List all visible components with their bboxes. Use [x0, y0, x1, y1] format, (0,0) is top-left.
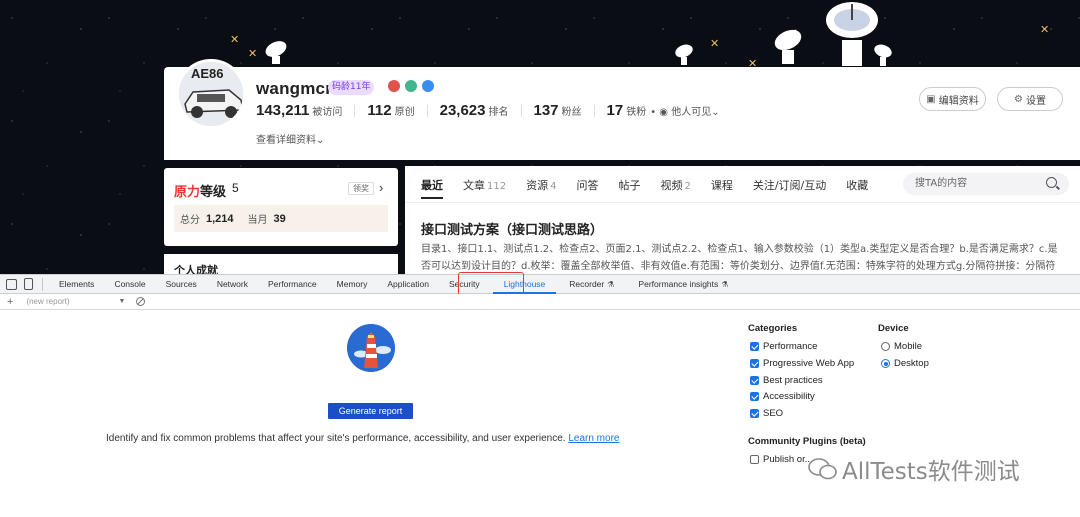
- score-summary: 总分 1,214 当月 39: [174, 205, 388, 232]
- new-report-icon[interactable]: +: [7, 296, 13, 308]
- article-summary: 目录1、接口1.1、测试点1.2、检查点2、页面2.1、测试点2.2、检查点1、…: [421, 244, 1058, 272]
- account-age-badge[interactable]: 码龄11年: [328, 80, 375, 95]
- sparkle-icon: ✕: [710, 37, 720, 50]
- medal-badge-icon[interactable]: [388, 80, 400, 92]
- lighthouse-description: Identify and fix common problems that af…: [106, 433, 620, 444]
- settings-button[interactable]: ⚙ 设置: [997, 87, 1063, 111]
- stat-fans[interactable]: 137 粉丝: [534, 102, 595, 119]
- divider: [42, 277, 43, 291]
- avatar[interactable]: AE86: [176, 59, 246, 129]
- username: wangmcn: [256, 79, 336, 98]
- sparkle-icon: ✕: [230, 33, 240, 46]
- category-best-practices-checkbox[interactable]: Best practices: [750, 375, 823, 386]
- category-seo-checkbox[interactable]: SEO: [750, 408, 783, 419]
- tab-application[interactable]: Application: [377, 275, 439, 294]
- visibility-dropdown[interactable]: • ◉ 他人可见⌄: [650, 103, 719, 118]
- article-title[interactable]: 接口测试方案（接口测试思路）: [421, 219, 603, 238]
- devtools-tabbar: Elements Console Sources Network Perform…: [0, 274, 1080, 294]
- chevron-down-icon: ⌄: [316, 135, 325, 146]
- tab-posts[interactable]: 帖子: [618, 177, 640, 195]
- tab-memory[interactable]: Memory: [327, 275, 378, 294]
- chevron-right-icon[interactable]: ›: [379, 180, 383, 195]
- medal-badge-icon[interactable]: [405, 80, 417, 92]
- stat-visits[interactable]: 143,211 被访问: [256, 102, 356, 119]
- category-accessibility-checkbox[interactable]: Accessibility: [750, 391, 815, 402]
- stat-iron-fans[interactable]: 17 铁粉: [607, 102, 647, 119]
- inspect-element-icon[interactable]: [6, 278, 17, 290]
- gear-icon: ⚙: [1014, 93, 1023, 105]
- learn-more-link[interactable]: Learn more: [568, 433, 619, 444]
- tab-security[interactable]: Security: [439, 275, 490, 294]
- sparkle-icon: ✕: [248, 47, 258, 60]
- search-icon[interactable]: [1046, 177, 1057, 188]
- content-search-input[interactable]: 搜TA的内容: [903, 173, 1069, 195]
- chevron-down-icon: ⌄: [711, 107, 720, 118]
- edit-icon: ▣: [926, 93, 936, 105]
- tab-recorder[interactable]: Recorder ⚗: [559, 275, 624, 294]
- device-mobile-radio[interactable]: Mobile: [881, 341, 922, 352]
- more-info-link[interactable]: 查看详细资料⌄: [256, 131, 324, 146]
- lighthouse-toolbar: + (new report) ▼: [0, 294, 1080, 310]
- report-select[interactable]: (new report): [26, 297, 118, 306]
- tab-recent[interactable]: 最近: [421, 177, 443, 199]
- tab-performance-insights[interactable]: Performance insights ⚗: [624, 275, 738, 294]
- level-title: 原力等级: [174, 185, 227, 200]
- tab-favorites[interactable]: 收藏: [846, 177, 868, 195]
- claim-reward-button[interactable]: 领奖: [348, 182, 374, 195]
- categories-heading: Categories: [748, 323, 798, 334]
- experiment-flask-icon: ⚗: [607, 279, 615, 289]
- community-plugins-heading: Community Plugins (beta): [748, 436, 866, 447]
- generate-report-button[interactable]: Generate report: [328, 403, 413, 419]
- tab-courses[interactable]: 课程: [711, 177, 733, 195]
- chevron-down-icon[interactable]: ▼: [118, 298, 125, 305]
- device-toolbar-icon[interactable]: [24, 278, 33, 290]
- edit-profile-button[interactable]: ▣ 编辑资料: [919, 87, 986, 111]
- svg-text:AE86: AE86: [191, 66, 224, 81]
- experiment-flask-icon: ⚗: [721, 279, 729, 289]
- satellite-dish-icon: [265, 41, 287, 64]
- profile-stats: 143,211 被访问 112 原创 23,623 排名 137 粉丝 17 铁粉 • ◉…: [256, 102, 720, 119]
- screenshot-root: { "profile": { "username": "wangmcn", "b…: [0, 0, 1080, 517]
- category-performance-checkbox[interactable]: Performance: [750, 341, 817, 352]
- lighthouse-logo-icon: [347, 324, 395, 372]
- stat-original[interactable]: 112 原创: [367, 102, 428, 119]
- sparkle-icon: ✕: [1040, 23, 1050, 36]
- category-pwa-checkbox[interactable]: Progressive Web App: [750, 358, 854, 369]
- tab-console[interactable]: Console: [104, 275, 155, 294]
- content-tabs: 最近 文章 112 资源 4 问答 帖子 视频 2 课程 关注/订阅/互动 收藏: [421, 177, 888, 199]
- divider: [405, 202, 1080, 203]
- clear-icon[interactable]: [136, 297, 146, 306]
- wechat-icon: [808, 458, 837, 480]
- level-value: 5: [232, 181, 239, 195]
- device-heading: Device: [878, 323, 909, 334]
- satellite-dish-icon: [675, 44, 693, 65]
- tab-sources[interactable]: Sources: [156, 275, 207, 294]
- tab-qa[interactable]: 问答: [576, 177, 598, 195]
- tab-network[interactable]: Network: [207, 275, 258, 294]
- device-desktop-radio[interactable]: Desktop: [881, 358, 929, 369]
- satellite-dish-icon: [874, 44, 892, 66]
- satellite-dish-icon: [774, 29, 802, 64]
- tab-articles[interactable]: 文章 112: [463, 177, 506, 195]
- stat-rank[interactable]: 23,623 排名: [440, 102, 522, 119]
- tab-elements[interactable]: Elements: [49, 275, 104, 294]
- tab-performance[interactable]: Performance: [258, 275, 327, 294]
- tab-videos[interactable]: 视频 2: [660, 177, 690, 195]
- tab-resources[interactable]: 资源 4: [526, 177, 556, 195]
- verified-badge-icon[interactable]: [422, 80, 434, 92]
- tab-lighthouse[interactable]: Lighthouse: [490, 275, 560, 294]
- eye-icon: ◉: [659, 107, 669, 118]
- watermark: AllTests软件测试: [808, 452, 1020, 486]
- tab-follow[interactable]: 关注/订阅/互动: [753, 177, 826, 195]
- plugin-publisher-checkbox[interactable]: Publish or...: [750, 454, 813, 465]
